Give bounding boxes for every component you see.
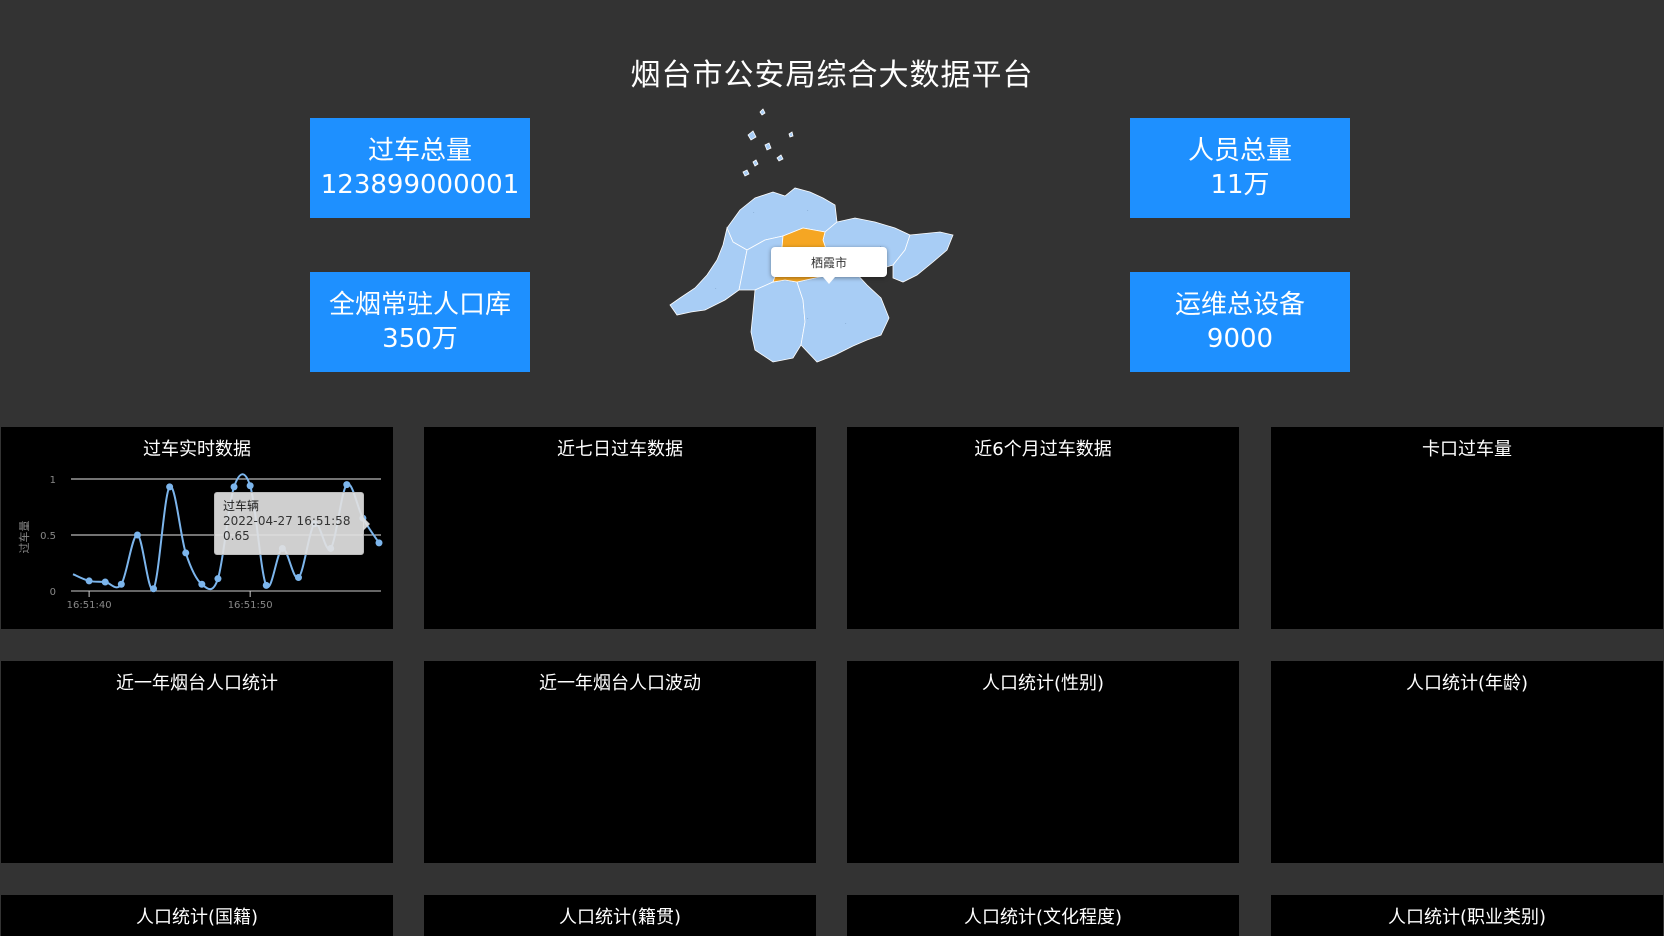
panel-population-year: 近一年烟台人口统计 — [1, 661, 393, 863]
panel-title: 人口统计(年龄) — [1405, 673, 1529, 694]
stat-card-vehicle-total[interactable]: 过车总量 123899000001 — [310, 118, 530, 218]
panel-checkpoint-traffic: 卡口过车量 — [1271, 427, 1663, 629]
panel-population-origin: 人口统计(籍贯) — [424, 895, 816, 936]
data-point[interactable] — [101, 578, 109, 586]
map-island — [764, 142, 772, 151]
data-point[interactable] — [166, 483, 174, 491]
stat-value: 350万 — [382, 324, 458, 354]
map-region-south-west[interactable] — [750, 279, 806, 363]
panel-title: 人口统计(性别) — [981, 673, 1105, 694]
stat-label: 全烟常驻人口库 — [328, 290, 511, 320]
data-point[interactable] — [262, 581, 270, 589]
map-island — [752, 159, 759, 167]
yantai-map[interactable]: · · · · · · — [655, 100, 955, 390]
map-island — [788, 131, 794, 138]
data-point[interactable] — [133, 531, 141, 539]
map-island — [742, 169, 750, 177]
data-point[interactable] — [117, 580, 125, 588]
panel-realtime-traffic: 过车实时数据 0 0.5 1 16:51:40 16:51:50 过车量 过车辆 20… — [1, 427, 393, 629]
chart-tooltip: 过车辆 2022-04-27 16:51:58 0.65 — [214, 492, 370, 555]
panel-title: 近七日过车数据 — [557, 439, 683, 460]
panel-population-gender: 人口统计(性别) — [847, 661, 1239, 863]
panel-title: 卡口过车量 — [1422, 439, 1512, 460]
x-tick-label: 16:51:50 — [228, 600, 273, 611]
stat-label: 过车总量 — [367, 136, 472, 166]
y-tick-label: 0.5 — [40, 531, 56, 542]
panel-title: 近一年烟台人口波动 — [539, 673, 701, 694]
y-axis-label: 过车量 — [17, 521, 31, 554]
data-point[interactable] — [375, 539, 383, 547]
y-tick-label: 1 — [50, 475, 56, 486]
data-point[interactable] — [294, 574, 302, 582]
panel-title: 人口统计(籍贯) — [558, 907, 682, 928]
panel-population-education: 人口统计(文化程度) — [847, 895, 1239, 936]
y-tick-label: 0 — [50, 587, 56, 598]
panel-population-nationality: 人口统计(国籍) — [1, 895, 393, 936]
data-point[interactable] — [343, 481, 351, 489]
panel-population-age: 人口统计(年龄) — [1271, 661, 1663, 863]
panel-title: 近6个月过车数据 — [974, 439, 1112, 460]
stat-label: 运维总设备 — [1174, 290, 1305, 320]
data-point[interactable] — [150, 585, 158, 593]
stat-label: 人员总量 — [1187, 136, 1292, 166]
data-point[interactable] — [246, 482, 254, 490]
data-point[interactable] — [214, 575, 222, 583]
stat-value: 11万 — [1210, 170, 1270, 200]
tooltip-value: 0.65 — [223, 529, 250, 543]
panel-title: 人口统计(国籍) — [135, 907, 259, 928]
tooltip-time: 2022-04-27 16:51:58 — [223, 514, 351, 528]
panel-population-fluctuation: 近一年烟台人口波动 — [424, 661, 816, 863]
panel-population-occupation: 人口统计(职业类别) — [1271, 895, 1663, 936]
data-point[interactable] — [198, 580, 206, 588]
map-region-south-east[interactable] — [796, 271, 890, 363]
panel-title: 人口统计(职业类别) — [1387, 907, 1547, 928]
tooltip-series: 过车辆 — [223, 499, 260, 513]
stat-card-person-total[interactable]: 人员总量 11万 — [1130, 118, 1350, 218]
stat-value: 123899000001 — [320, 170, 520, 200]
data-point[interactable] — [182, 549, 190, 557]
panel-6month-traffic: 近6个月过车数据 — [847, 427, 1239, 629]
data-point[interactable] — [230, 483, 238, 491]
map-tooltip: 栖霞市 — [771, 247, 887, 284]
map-island — [747, 130, 757, 141]
panel-title: 人口统计(文化程度) — [963, 907, 1123, 928]
stat-card-resident-population[interactable]: 全烟常驻人口库 350万 — [310, 272, 530, 372]
stat-card-device-total[interactable]: 运维总设备 9000 — [1130, 272, 1350, 372]
stat-value: 9000 — [1206, 324, 1274, 354]
data-point[interactable] — [85, 577, 93, 585]
page-title: 烟台市公安局综合大数据平台 — [630, 58, 1034, 93]
map-island — [776, 154, 784, 162]
panel-title: 近一年烟台人口统计 — [116, 673, 278, 694]
map-island — [759, 108, 766, 116]
panel-7day-traffic: 近七日过车数据 — [424, 427, 816, 629]
x-tick-label: 16:51:40 — [67, 600, 112, 611]
